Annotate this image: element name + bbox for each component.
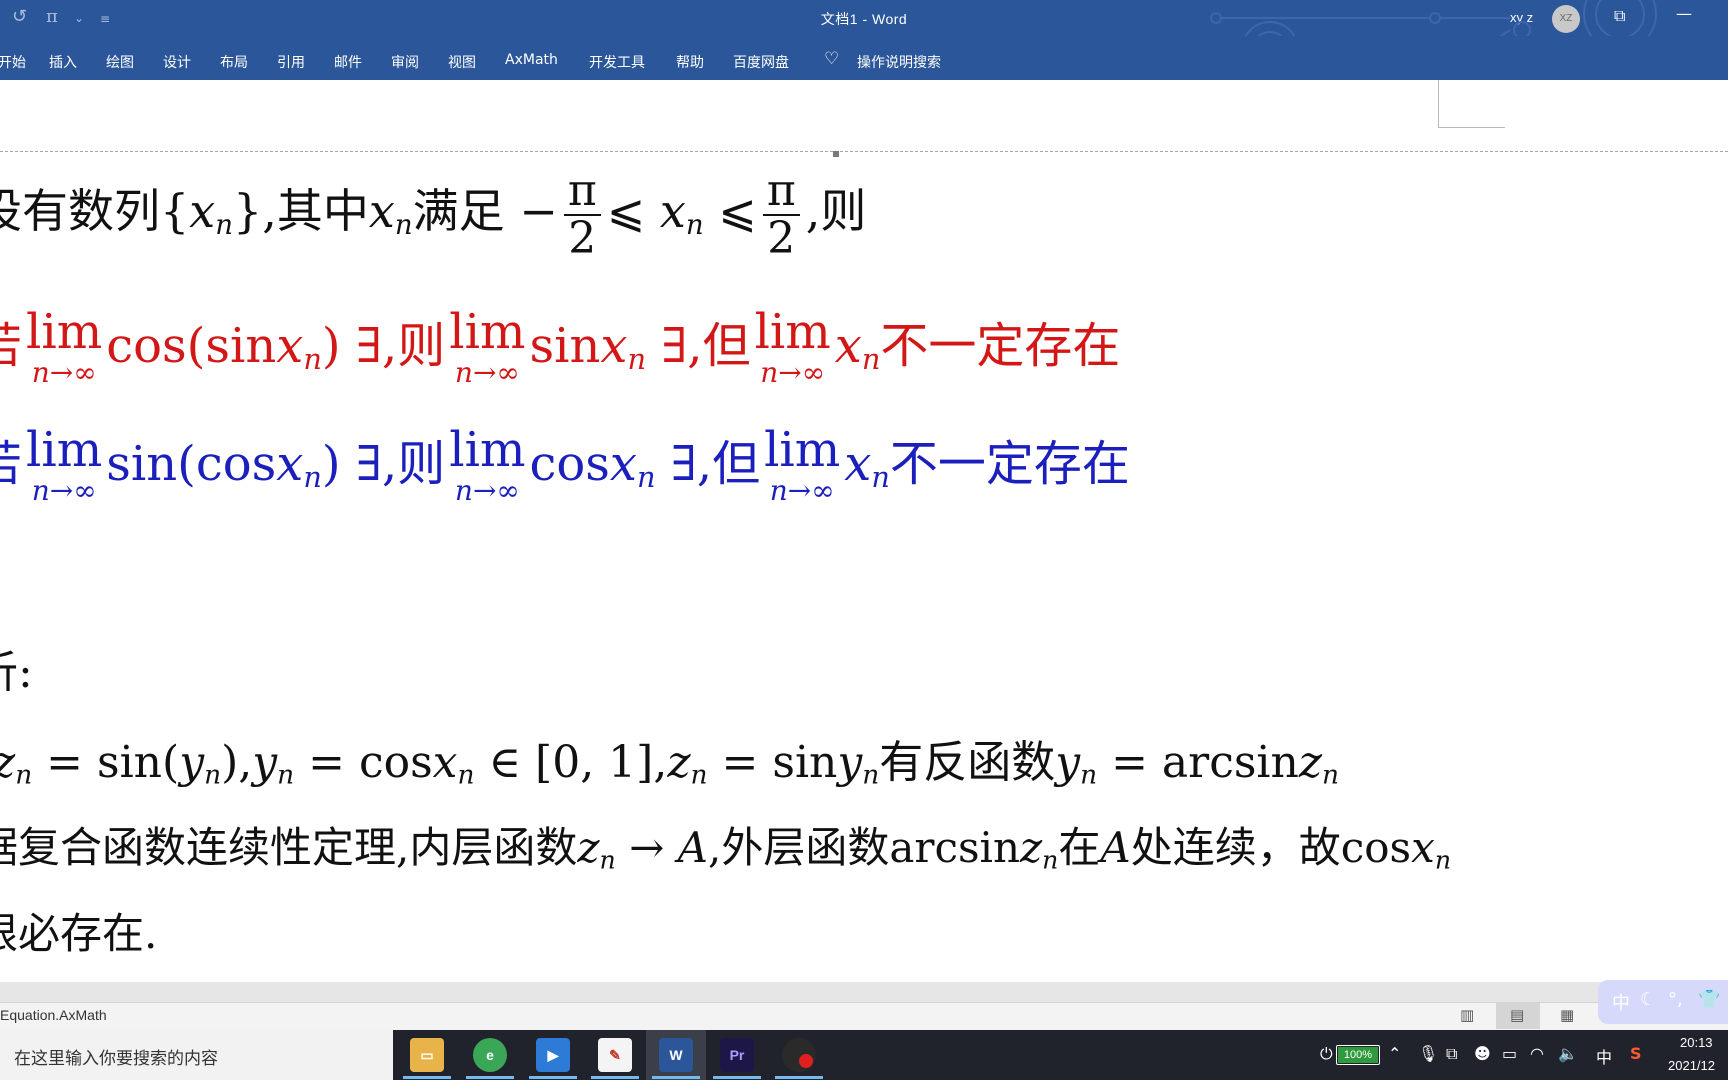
paint-icon[interactable]: ✎ bbox=[598, 1038, 632, 1072]
tab-layout[interactable]: 布局 bbox=[220, 52, 248, 72]
analysis-heading[interactable]: 析: bbox=[0, 636, 33, 700]
battery-tray-icon[interactable]: ▭ bbox=[1502, 1044, 1517, 1063]
tab-design[interactable]: 设计 bbox=[163, 52, 191, 72]
tab-draw[interactable]: 绘图 bbox=[106, 52, 134, 72]
status-object-name: Equation.AxMath bbox=[0, 1007, 107, 1023]
conclusion-line[interactable]: 限必存在. bbox=[0, 900, 157, 961]
web-layout-icon[interactable]: ▦ bbox=[1560, 1006, 1574, 1024]
skin-icon[interactable]: 👕 bbox=[1698, 989, 1720, 1010]
file-explorer-icon[interactable]: ▭ bbox=[410, 1038, 444, 1072]
clock-time[interactable]: 20:13 bbox=[1680, 1035, 1713, 1050]
page-corner-mark bbox=[1438, 80, 1505, 128]
taskbar-running-indicator bbox=[403, 1076, 451, 1079]
object-anchor-handle[interactable] bbox=[833, 151, 839, 157]
tab-baidu-netdisk[interactable]: 百度网盘 bbox=[733, 52, 789, 72]
moon-icon[interactable]: ☾ bbox=[1640, 989, 1656, 1010]
tab-axmath[interactable]: AxMath bbox=[505, 52, 558, 68]
tab-mailings[interactable]: 邮件 bbox=[334, 52, 362, 72]
print-layout-icon[interactable]: ▤ bbox=[1510, 1006, 1524, 1024]
media-icon[interactable]: ▶ bbox=[536, 1038, 570, 1072]
tab-references[interactable]: 引用 bbox=[277, 52, 305, 72]
taskbar-running-indicator bbox=[652, 1076, 700, 1079]
tab-view[interactable]: 视图 bbox=[448, 52, 476, 72]
tab-help[interactable]: 帮助 bbox=[676, 52, 704, 72]
substitution-line[interactable]: zn = sin(yn),yn = cosxn ∈ [0, 1],zn = si… bbox=[0, 726, 1339, 791]
ime-tray-label[interactable]: 中 bbox=[1596, 1044, 1612, 1068]
taskbar-running-indicator bbox=[466, 1076, 514, 1079]
option-blue-line[interactable]: 若limn→∞sin(cosxn) ∃,则limn→∞cosxn ∃,但limn… bbox=[0, 424, 1130, 505]
ime-mode-label[interactable]: 中 bbox=[1612, 989, 1630, 1015]
tell-me-search[interactable]: 操作说明搜索 bbox=[857, 52, 941, 72]
header-boundary-line bbox=[0, 151, 1728, 152]
power-plug-icon[interactable]: ⏻ bbox=[1320, 1044, 1333, 1064]
wifi-icon[interactable]: ◠ bbox=[1530, 1044, 1544, 1063]
tab-insert[interactable]: 插入 bbox=[49, 52, 77, 72]
recorder-icon[interactable] bbox=[782, 1038, 816, 1072]
option-red-line[interactable]: 若limn→∞cos(sinxn) ∃,则limn→∞sinxn ∃,但limn… bbox=[0, 306, 1120, 387]
battery-percent: 100% bbox=[1343, 1049, 1373, 1061]
punctuation-icon[interactable]: °, bbox=[1668, 989, 1683, 1010]
taskbar-running-indicator bbox=[591, 1076, 639, 1079]
lightbulb-icon[interactable]: ♡ bbox=[824, 49, 839, 69]
screen-capture-icon[interactable]: ⧉ bbox=[1446, 1044, 1457, 1064]
theorem-line[interactable]: 据复合函数连续性定理,内层函数zn → A,外层函数arcsinzn在A处连续，… bbox=[0, 814, 1451, 875]
problem-statement-line[interactable]: 设有数列{xn},其中xn满足 −π2⩽ xn ⩽π2,则 bbox=[0, 167, 866, 262]
tab-developer[interactable]: 开发工具 bbox=[589, 52, 645, 72]
read-mode-icon[interactable]: ▥ bbox=[1460, 1006, 1474, 1024]
taskbar-running-indicator bbox=[529, 1076, 577, 1079]
ime-toolbar[interactable]: 中 ☾ °, 👕 bbox=[1598, 980, 1728, 1024]
word-icon[interactable]: W bbox=[659, 1038, 693, 1072]
browser-icon[interactable]: e bbox=[473, 1038, 507, 1072]
premiere-icon[interactable]: Pr bbox=[720, 1038, 754, 1072]
tab-review[interactable]: 审阅 bbox=[391, 52, 419, 72]
chevron-up-icon[interactable]: ⌃ bbox=[1388, 1044, 1401, 1063]
sogou-icon[interactable]: S bbox=[1630, 1044, 1642, 1063]
battery-indicator[interactable]: 100% bbox=[1336, 1045, 1380, 1065]
tab-home[interactable]: 开始 bbox=[0, 52, 26, 72]
taskbar-search-input[interactable]: 在这里输入你要搜索的内容 bbox=[14, 1044, 218, 1069]
taskbar-running-indicator bbox=[713, 1076, 761, 1079]
microphone-icon[interactable]: 🎙 bbox=[1418, 1044, 1438, 1063]
document-bottom-gap bbox=[0, 982, 1728, 1002]
volume-icon[interactable]: 🔈 bbox=[1558, 1044, 1578, 1063]
clock-date[interactable]: 2021/12 bbox=[1668, 1058, 1715, 1073]
qq-icon[interactable]: ☻ bbox=[1474, 1044, 1491, 1063]
taskbar-running-indicator bbox=[775, 1076, 823, 1079]
